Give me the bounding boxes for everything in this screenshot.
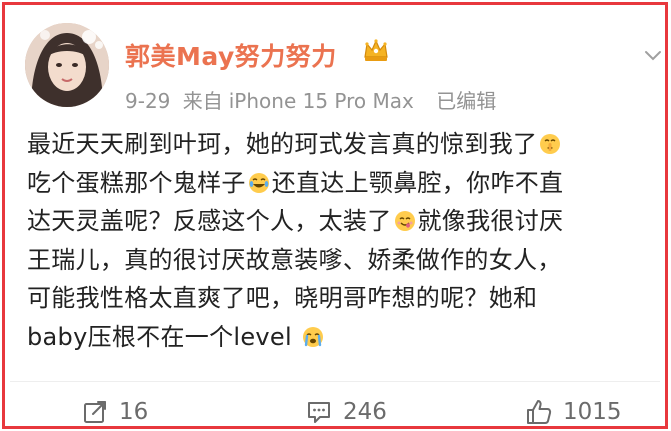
like-button[interactable]: 1015 <box>525 395 622 429</box>
like-count: 1015 <box>563 399 622 425</box>
repost-icon <box>84 401 106 423</box>
post-line: 可能我性格太直爽了吧，晓明哥咋想的呢？她和 <box>27 279 657 318</box>
line-text: baby压根不在一个level <box>27 322 292 351</box>
weibo-post-card: 郭美May努力努力 9-29 来自 iPhone 15 Pro Max 已编辑 最… <box>2 2 668 429</box>
laugh-tears-face-icon <box>248 172 270 194</box>
divider <box>10 381 660 382</box>
yum-face-icon <box>394 210 416 232</box>
line-text-after: 还直达上颚鼻腔，你咋不直 <box>271 168 564 197</box>
avatar-photo-icon <box>25 23 109 107</box>
post-meta: 9-29 来自 iPhone 15 Pro Max 已编辑 <box>125 85 502 114</box>
source-prefix: 来自 <box>182 89 223 113</box>
line-text-after: 就像我很讨厌 <box>417 207 564 235</box>
chevron-down-icon[interactable] <box>643 45 663 65</box>
repost-button[interactable]: 16 <box>81 395 148 429</box>
comment-button[interactable]: 246 <box>305 395 387 429</box>
shush-face-icon <box>539 133 561 155</box>
vip-crown-icon[interactable] <box>361 35 391 65</box>
comment-count: 246 <box>343 399 387 425</box>
thumbs-up-icon <box>527 400 552 424</box>
post-line: 最近天天刷到叶珂，她的珂式发言真的惊到我了 <box>27 125 657 164</box>
post-line: 吃个蛋糕那个鬼样子 还直达上颚鼻腔，你咋不直 <box>27 164 657 203</box>
line-text: 达天灵盖呢？反感这个人，太装了 <box>27 207 392 235</box>
line-text: 可能我性格太直爽了吧，晓明哥咋想的呢？她和 <box>27 284 538 312</box>
comment-icon <box>308 402 330 423</box>
line-text: 吃个蛋糕那个鬼样子 <box>27 168 246 197</box>
post-line: baby压根不在一个level <box>27 318 657 357</box>
author-avatar[interactable] <box>25 23 109 107</box>
source-device[interactable]: iPhone 15 Pro Max <box>229 89 414 113</box>
post-date: 9-29 <box>125 89 171 113</box>
repost-count: 16 <box>119 399 149 425</box>
post-line: 王瑞儿，真的很讨厌故意装嗲、娇柔做作的女人， <box>27 241 657 280</box>
line-text: 王瑞儿，真的很讨厌故意装嗲、娇柔做作的女人， <box>27 245 562 274</box>
edited-label[interactable]: 已编辑 <box>436 89 496 113</box>
author-name[interactable]: 郭美May努力努力 <box>125 37 337 73</box>
post-body: 最近天天刷到叶珂，她的珂式发言真的惊到我了 吃个蛋糕那个鬼样子 还直达上颚鼻腔，你… <box>27 125 657 356</box>
line-text: 最近天天刷到叶珂，她的珂式发言真的惊到我了 <box>27 130 538 158</box>
post-line: 达天灵盖呢？反感这个人，太装了 就像我很讨厌 <box>27 202 657 241</box>
crying-face-icon <box>302 326 324 348</box>
